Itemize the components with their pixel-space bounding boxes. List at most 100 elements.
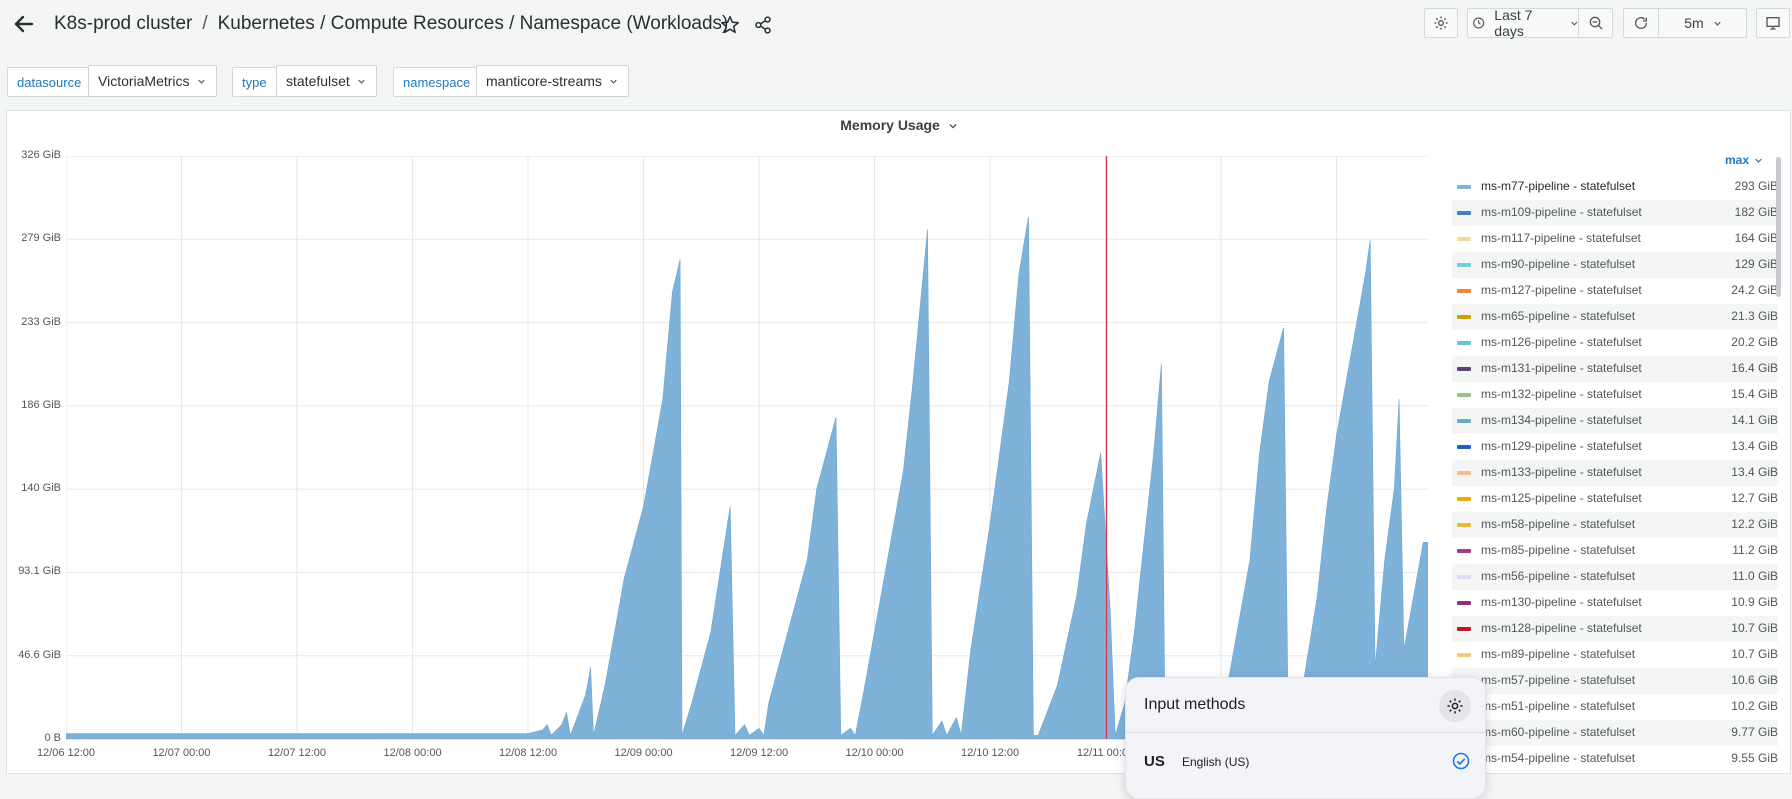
legend-series-name[interactable]: ms-m51-pipeline - statefulset [1481, 699, 1635, 713]
x-tick-label: 12/07 00:00 [152, 747, 211, 759]
legend-color-swatch[interactable] [1457, 263, 1471, 267]
star-icon[interactable] [719, 14, 741, 36]
legend-series-name[interactable]: ms-m133-pipeline - statefulset [1481, 465, 1642, 479]
x-tick-label: 12/07 12:00 [267, 747, 327, 759]
legend-max-value: 13.4 GiB [1731, 465, 1778, 479]
share-icon[interactable] [752, 14, 774, 36]
legend-series-name[interactable]: ms-m126-pipeline - statefulset [1481, 335, 1642, 349]
legend-max-value: 129 GiB [1734, 257, 1778, 271]
legend-series-name[interactable]: ms-m54-pipeline - statefulset [1481, 751, 1635, 765]
legend-item[interactable]: ms-m129-pipeline - statefulset 13.4 GiB [1452, 434, 1778, 460]
legend-series-name[interactable]: ms-m89-pipeline - statefulset [1481, 647, 1635, 661]
legend-color-swatch[interactable] [1457, 549, 1471, 553]
legend-color-swatch[interactable] [1457, 289, 1471, 293]
legend-color-swatch[interactable] [1457, 237, 1471, 241]
input-method-code[interactable]: US [1144, 753, 1165, 770]
legend-item[interactable]: ms-m85-pipeline - statefulset 11.2 GiB [1452, 538, 1778, 564]
legend-sort-max[interactable]: max [1725, 153, 1763, 167]
legend-item[interactable]: ms-m109-pipeline - statefulset 182 GiB [1452, 200, 1778, 226]
legend-item[interactable]: ms-m127-pipeline - statefulset 24.2 GiB [1452, 278, 1778, 304]
top-bar: K8s-prod cluster / Kubernetes / Compute Re… [0, 0, 1792, 52]
legend-item[interactable]: ms-m131-pipeline - statefulset 16.4 GiB [1452, 356, 1778, 382]
legend-item[interactable]: ms-m126-pipeline - statefulset 20.2 GiB [1452, 330, 1778, 356]
legend-series-name[interactable]: ms-m57-pipeline - statefulset [1481, 673, 1635, 687]
legend-series-name[interactable]: ms-m56-pipeline - statefulset [1481, 569, 1635, 583]
input-method-language[interactable]: English (US) [1182, 755, 1249, 769]
legend-series-name[interactable]: ms-m134-pipeline - statefulset [1481, 413, 1642, 427]
legend-series-name[interactable]: ms-m77-pipeline - statefulset [1481, 179, 1635, 193]
legend-color-swatch[interactable] [1457, 471, 1471, 475]
legend-item[interactable]: ms-m132-pipeline - statefulset 15.4 GiB [1452, 382, 1778, 408]
legend-scrollbar[interactable] [1776, 157, 1781, 297]
legend-series-name[interactable]: ms-m90-pipeline - statefulset [1481, 257, 1635, 271]
back-arrow-icon[interactable] [12, 12, 36, 36]
legend-color-swatch[interactable] [1457, 601, 1471, 605]
dashboard-title[interactable]: Kubernetes / Compute Resources / Namespa… [218, 13, 729, 34]
legend-series-name[interactable]: ms-m60-pipeline - statefulset [1481, 725, 1635, 739]
input-methods-popup: Input methods US English (US) [1125, 677, 1486, 799]
legend-item[interactable]: ms-m77-pipeline - statefulset 293 GiB [1452, 174, 1778, 200]
legend-item[interactable]: ms-m57-pipeline - statefulset 10.6 GiB [1452, 668, 1778, 694]
legend-color-swatch[interactable] [1457, 575, 1471, 579]
input-settings-button[interactable] [1439, 690, 1471, 722]
legend-series-name[interactable]: ms-m128-pipeline - statefulset [1481, 621, 1642, 635]
legend-color-swatch[interactable] [1457, 211, 1471, 215]
dashboard-settings-button[interactable] [1424, 8, 1458, 38]
check-circle-icon[interactable] [1452, 752, 1470, 770]
legend-series-name[interactable]: ms-m117-pipeline - statefulset [1481, 231, 1641, 245]
series-area-ms-m77[interactable] [66, 216, 1428, 740]
legend-item[interactable]: ms-m65-pipeline - statefulset 21.3 GiB [1452, 304, 1778, 330]
memory-usage-chart[interactable] [66, 156, 1428, 743]
x-tick-label: 12/09 12:00 [729, 747, 789, 759]
legend-item[interactable]: ms-m60-pipeline - statefulset 9.77 GiB [1452, 720, 1778, 746]
legend-item[interactable]: ms-m54-pipeline - statefulset 9.55 GiB [1452, 746, 1778, 772]
legend-series-name[interactable]: ms-m58-pipeline - statefulset [1481, 517, 1635, 531]
legend-series-name[interactable]: ms-m109-pipeline - statefulset [1481, 205, 1642, 219]
legend-item[interactable]: ms-m128-pipeline - statefulset 10.7 GiB [1452, 616, 1778, 642]
y-tick-label: 326 GiB [21, 149, 61, 161]
legend-series-name[interactable]: ms-m85-pipeline - statefulset [1481, 543, 1635, 557]
legend-item[interactable]: ms-m90-pipeline - statefulset 129 GiB [1452, 252, 1778, 278]
legend-color-swatch[interactable] [1457, 185, 1471, 189]
breadcrumb: K8s-prod cluster / Kubernetes / Compute Re… [54, 13, 728, 35]
legend-color-swatch[interactable] [1457, 497, 1471, 501]
legend-series-name[interactable]: ms-m132-pipeline - statefulset [1481, 387, 1642, 401]
view-mode-button[interactable] [1756, 8, 1790, 38]
legend-color-swatch[interactable] [1457, 419, 1471, 423]
legend-item[interactable]: ms-m117-pipeline - statefulset 164 GiB [1452, 226, 1778, 252]
legend-series-name[interactable]: ms-m127-pipeline - statefulset [1481, 283, 1642, 297]
legend-item[interactable]: ms-m133-pipeline - statefulset 13.4 GiB [1452, 460, 1778, 486]
refresh-button[interactable] [1624, 9, 1658, 37]
type-select[interactable]: statefulset [276, 65, 377, 97]
legend-color-swatch[interactable] [1457, 315, 1471, 319]
datasource-select[interactable]: VictoriaMetrics [88, 65, 217, 97]
refresh-interval-select[interactable]: 5m [1658, 9, 1746, 37]
legend-color-swatch[interactable] [1457, 627, 1471, 631]
legend-item[interactable]: ms-m51-pipeline - statefulset 10.2 GiB [1452, 694, 1778, 720]
legend-color-swatch[interactable] [1457, 393, 1471, 397]
legend-item[interactable]: ms-m130-pipeline - statefulset 10.9 GiB [1452, 590, 1778, 616]
legend-series-name[interactable]: ms-m65-pipeline - statefulset [1481, 309, 1635, 323]
legend-item[interactable]: ms-m134-pipeline - statefulset 14.1 GiB [1452, 408, 1778, 434]
legend-color-swatch[interactable] [1457, 445, 1471, 449]
time-range-button[interactable]: Last 7 days [1468, 7, 1578, 39]
legend-color-swatch[interactable] [1457, 367, 1471, 371]
y-tick-label: 140 GiB [21, 482, 61, 495]
legend-color-swatch[interactable] [1457, 341, 1471, 345]
legend-series-name[interactable]: ms-m130-pipeline - statefulset [1481, 595, 1642, 609]
legend-item[interactable]: ms-m58-pipeline - statefulset 12.2 GiB [1452, 512, 1778, 538]
legend-item[interactable]: ms-m125-pipeline - statefulset 12.7 GiB [1452, 486, 1778, 512]
chevron-down-icon [1571, 21, 1578, 26]
legend-item[interactable]: ms-m89-pipeline - statefulset 10.7 GiB [1452, 642, 1778, 668]
legend-color-swatch[interactable] [1457, 653, 1471, 657]
legend-item[interactable]: ms-m56-pipeline - statefulset 11.0 GiB [1452, 564, 1778, 590]
legend-series-name[interactable]: ms-m131-pipeline - statefulset [1481, 361, 1642, 375]
namespace-select[interactable]: manticore-streams [476, 65, 629, 97]
zoom-out-button[interactable] [1578, 9, 1612, 37]
legend-series-name[interactable]: ms-m125-pipeline - statefulset [1481, 491, 1642, 505]
legend-series-name[interactable]: ms-m129-pipeline - statefulset [1481, 439, 1642, 453]
legend-max-value: 293 GiB [1734, 179, 1778, 193]
panel-title[interactable]: Memory Usage [7, 117, 1790, 133]
legend-color-swatch[interactable] [1457, 523, 1471, 527]
breadcrumb-folder-link[interactable]: K8s-prod cluster [54, 13, 192, 34]
